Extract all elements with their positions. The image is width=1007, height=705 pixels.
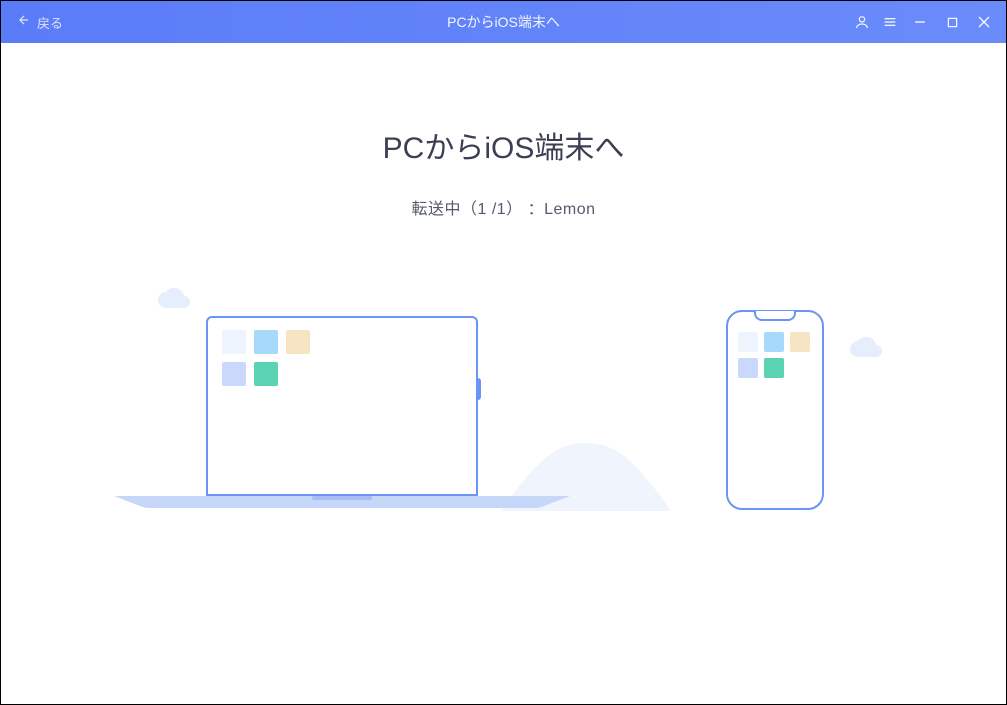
transfer-status: 転送中（1 /1） ：Lemon: [1, 195, 1006, 219]
tile: [764, 332, 784, 352]
page-heading: PCからiOS端末へ: [1, 123, 1006, 167]
status-prefix: 転送中（: [411, 201, 477, 218]
maximize-button[interactable]: [938, 8, 966, 36]
back-label: 戻る: [37, 13, 63, 32]
tile: [286, 330, 310, 354]
minimize-button[interactable]: [906, 8, 934, 36]
back-arrow-icon: [17, 13, 31, 31]
menu-icon[interactable]: [878, 10, 902, 34]
back-button[interactable]: 戻る: [1, 13, 63, 32]
tile: [738, 332, 758, 352]
laptop-screen: [206, 316, 478, 496]
cloud-icon: [848, 337, 884, 359]
account-icon[interactable]: [850, 10, 874, 34]
window-title: PCからiOS端末へ: [447, 12, 560, 32]
close-button[interactable]: [970, 8, 998, 36]
status-sep: /: [487, 201, 497, 218]
tile: [764, 358, 784, 378]
tile: [222, 362, 246, 386]
transfer-illustration: [1, 243, 1006, 563]
laptop-side-button: [476, 378, 481, 400]
status-suffix: ） ：: [506, 201, 544, 218]
laptop-illustration: [206, 316, 478, 496]
status-total: 1: [497, 201, 506, 218]
cloud-icon: [156, 288, 192, 310]
main-content: PCからiOS端末へ 転送中（1 /1） ：Lemon: [1, 43, 1006, 704]
tile: [254, 362, 278, 386]
phone-notch: [754, 311, 796, 321]
phone-tiles: [738, 332, 810, 378]
phone-illustration: [726, 310, 824, 510]
titlebar: 戻る PCからiOS端末へ: [1, 1, 1006, 43]
status-filename: Lemon: [544, 201, 595, 218]
tile: [254, 330, 278, 354]
titlebar-controls: [850, 8, 998, 36]
laptop-base: [114, 496, 570, 508]
tile: [222, 330, 246, 354]
status-current: 1: [477, 201, 486, 218]
tile: [738, 358, 758, 378]
laptop-tiles: [222, 330, 310, 386]
tile: [790, 332, 810, 352]
